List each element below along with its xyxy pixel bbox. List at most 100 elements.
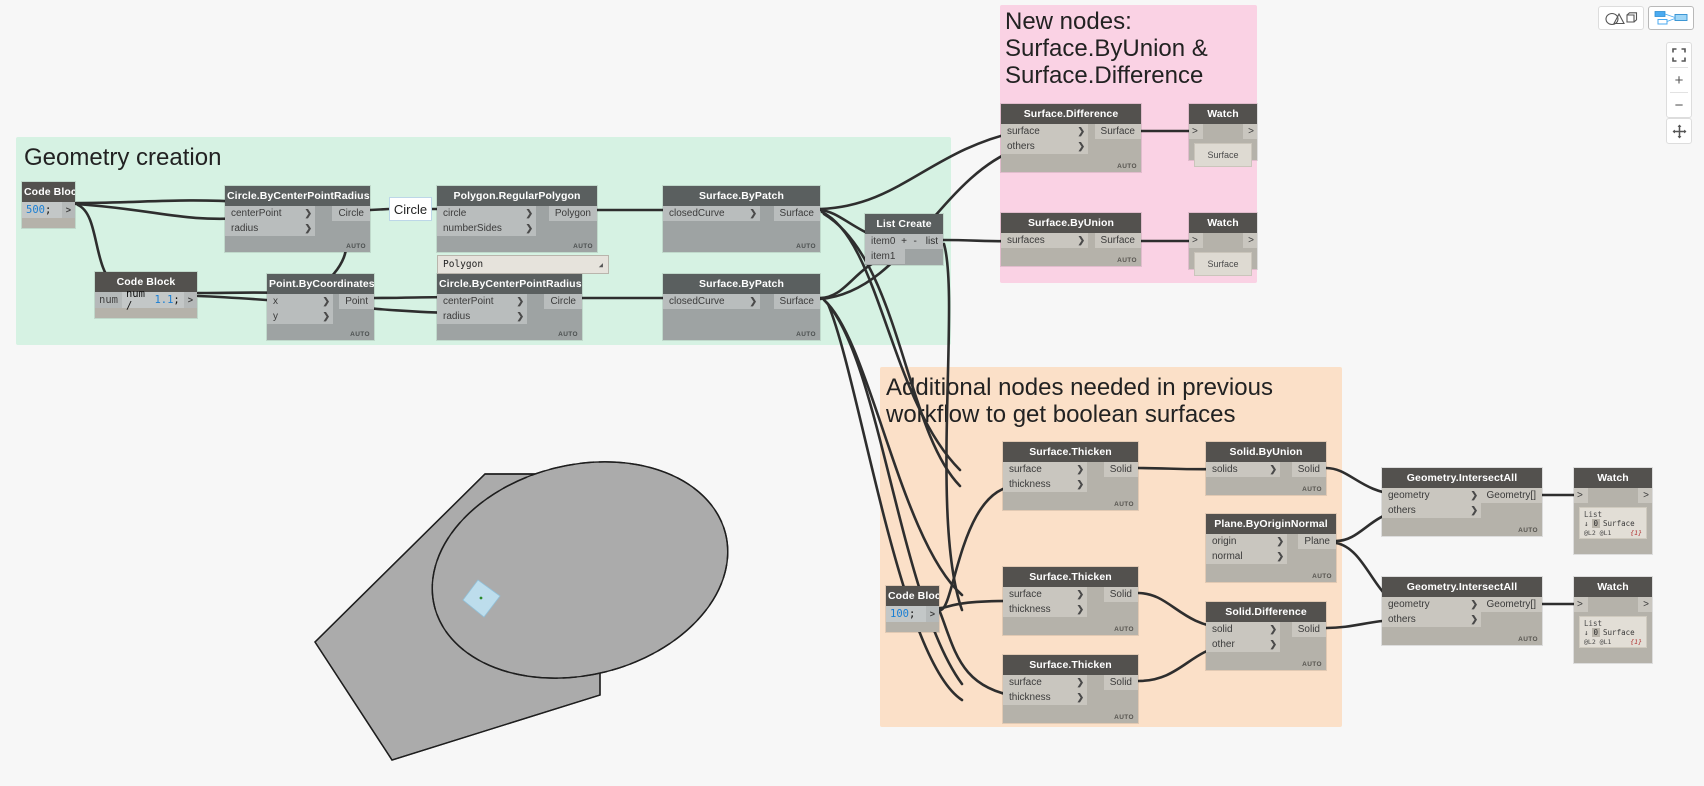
input-port-surface[interactable]: surface ❯ xyxy=(1001,124,1088,139)
node-circle1[interactable]: Circle.ByCenterPointRadius centerPoint ❯ ra… xyxy=(225,186,370,252)
code-row[interactable]: 500; > xyxy=(22,202,75,218)
input-port-other[interactable]: other ❯ xyxy=(1206,637,1280,652)
code-row[interactable]: 100; > xyxy=(886,606,939,622)
input-port-geometry[interactable]: geometry ❯ xyxy=(1382,597,1481,612)
port-row[interactable]: item1 xyxy=(865,249,943,264)
output-port[interactable]: Circle xyxy=(544,294,582,309)
input-port-geometry[interactable]: geometry ❯ xyxy=(1382,488,1481,503)
node-circle2[interactable]: Circle.ByCenterPointRadius centerPoint ❯ ra… xyxy=(437,274,582,340)
input-port-closedCurve[interactable]: closedCurve ❯ xyxy=(663,206,760,221)
output-port[interactable]: Plane xyxy=(1298,534,1336,549)
node-intersect1[interactable]: Geometry.IntersectAll geometry ❯ others ❯ Geo… xyxy=(1382,468,1542,536)
input-port-radius[interactable]: radius ❯ xyxy=(225,221,315,236)
input-port-normal[interactable]: normal ❯ xyxy=(1206,549,1287,564)
node-watch1[interactable]: Watch > > Surface xyxy=(1189,104,1257,167)
output-port[interactable]: Surface xyxy=(1094,124,1141,139)
input-port-others[interactable]: others ❯ xyxy=(1001,139,1088,154)
code-text[interactable]: 100; xyxy=(886,606,926,622)
input-port-circle[interactable]: circle ❯ xyxy=(437,206,536,221)
input-port-centerPoint[interactable]: centerPoint ❯ xyxy=(437,294,527,309)
code-output-port[interactable]: > xyxy=(61,202,75,218)
output-port[interactable]: Solid xyxy=(1291,622,1326,637)
code-text[interactable]: 500; xyxy=(22,202,62,218)
node-surfunion[interactable]: Surface.ByUnion surfaces ❯ Surface AUTO xyxy=(1001,213,1141,266)
graph-view-button[interactable] xyxy=(1648,6,1694,30)
code-output-port[interactable]: > xyxy=(925,606,939,622)
input-port-item0[interactable]: item0 xyxy=(865,234,899,249)
output-port[interactable]: Geometry[] xyxy=(1480,488,1542,503)
node-watch2[interactable]: Watch > > Surface xyxy=(1189,213,1257,276)
output-port[interactable]: Surface xyxy=(1094,233,1141,248)
output-port[interactable]: Solid xyxy=(1103,675,1138,690)
node-cb-500[interactable]: Code Block500;> xyxy=(22,182,75,228)
input-port-thickness[interactable]: thickness ❯ xyxy=(1003,477,1087,492)
node-watch3[interactable]: Watch > > List ↓ 0 Surface @L2 @L1 {1} xyxy=(1574,468,1652,554)
input-port-item1[interactable]: item1 xyxy=(865,249,905,264)
node-thicken3[interactable]: Surface.Thicken surface ❯ thickness ❯ Solid AU… xyxy=(1003,655,1138,723)
fit-to-screen-button[interactable] xyxy=(1667,43,1691,67)
circle-watch-label[interactable]: Circle xyxy=(389,197,432,221)
output-port[interactable]: Surface xyxy=(773,294,820,309)
input-port-numberSides[interactable]: numberSides ❯ xyxy=(437,221,536,236)
input-port-x[interactable]: x ❯ xyxy=(267,294,333,309)
node-solidunion[interactable]: Solid.ByUnion solids ❯ Solid AUTO xyxy=(1206,442,1326,495)
output-port[interactable]: > xyxy=(1638,597,1652,612)
input-port-radius[interactable]: radius ❯ xyxy=(437,309,527,324)
input-port-surfaces[interactable]: surfaces ❯ xyxy=(1001,233,1088,248)
input-port-centerPoint[interactable]: centerPoint ❯ xyxy=(225,206,315,221)
output-port[interactable]: Polygon xyxy=(548,206,597,221)
output-port[interactable]: > xyxy=(1243,233,1257,248)
resize-handle-icon[interactable]: ◢ xyxy=(599,261,603,269)
node-intersect2[interactable]: Geometry.IntersectAll geometry ❯ others ❯ Geo… xyxy=(1382,577,1542,645)
add-input-button[interactable]: + xyxy=(898,234,910,249)
node-pointbc[interactable]: Point.ByCoordinates x ❯ y ❯ Point AUTO xyxy=(267,274,374,340)
input-port-closedCurve[interactable]: closedCurve ❯ xyxy=(663,294,760,309)
input-port-others[interactable]: others ❯ xyxy=(1382,503,1481,518)
output-port[interactable]: Circle xyxy=(332,206,370,221)
output-port-list[interactable]: list xyxy=(920,234,943,249)
input-port-solid[interactable]: solid ❯ xyxy=(1206,622,1280,637)
port-row[interactable]: item0 + - list xyxy=(865,234,943,249)
input-port-solids[interactable]: solids ❯ xyxy=(1206,462,1280,477)
geometry-view-button[interactable] xyxy=(1598,6,1644,30)
output-port[interactable]: Point xyxy=(339,294,374,309)
dynamo-canvas[interactable]: Geometry creation New nodes: Surface.ByUn… xyxy=(0,0,1704,786)
node-polyreg[interactable]: Polygon.RegularPolygon circle ❯ numberSides… xyxy=(437,186,597,252)
input-port-surface[interactable]: surface ❯ xyxy=(1003,675,1087,690)
node-planeon[interactable]: Plane.ByOriginNormal origin ❯ normal ❯ Plane A… xyxy=(1206,514,1336,582)
output-port[interactable]: Solid xyxy=(1103,462,1138,477)
input-port-surface[interactable]: surface ❯ xyxy=(1003,587,1087,602)
polygon-dropdown[interactable]: Polygon ◢ xyxy=(437,255,609,274)
node-soliddiff[interactable]: Solid.Difference solid ❯ other ❯ Solid AUTO xyxy=(1206,602,1326,670)
node-cb-100[interactable]: Code Block100;> xyxy=(886,586,939,632)
pan-button[interactable] xyxy=(1667,119,1691,143)
code-text[interactable]: num / 1.1; xyxy=(121,288,184,312)
input-port[interactable]: > xyxy=(1189,233,1203,248)
input-port[interactable]: > xyxy=(1574,488,1588,503)
input-port-origin[interactable]: origin ❯ xyxy=(1206,534,1287,549)
output-port[interactable]: Geometry[] xyxy=(1480,597,1542,612)
output-port[interactable]: Solid xyxy=(1103,587,1138,602)
code-input-port[interactable]: num xyxy=(95,292,122,308)
zoom-out-button[interactable]: − xyxy=(1667,93,1691,117)
remove-input-button[interactable]: - xyxy=(909,234,921,249)
input-port-thickness[interactable]: thickness ❯ xyxy=(1003,690,1087,705)
node-patch2[interactable]: Surface.ByPatch closedCurve ❯ Surface AUTO xyxy=(663,274,820,340)
input-port-y[interactable]: y ❯ xyxy=(267,309,333,324)
input-port-others[interactable]: others ❯ xyxy=(1382,612,1481,627)
node-cb-num[interactable]: Code Block num num / 1.1; > xyxy=(95,272,197,318)
code-output-port[interactable]: > xyxy=(183,292,197,308)
input-port[interactable]: > xyxy=(1574,597,1588,612)
input-port[interactable]: > xyxy=(1189,124,1203,139)
node-thicken2[interactable]: Surface.Thicken surface ❯ thickness ❯ Solid AU… xyxy=(1003,567,1138,635)
node-surfdiff[interactable]: Surface.Difference surface ❯ others ❯ Surface… xyxy=(1001,104,1141,172)
output-port[interactable]: > xyxy=(1243,124,1257,139)
zoom-in-button[interactable]: + xyxy=(1667,68,1691,92)
node-watch4[interactable]: Watch > > List ↓ 0 Surface @L2 @L1 {1} xyxy=(1574,577,1652,663)
output-port[interactable]: Surface xyxy=(773,206,820,221)
output-port[interactable]: > xyxy=(1638,488,1652,503)
node-listcreate[interactable]: List Create item0 + - list item1 xyxy=(865,214,943,265)
node-patch1[interactable]: Surface.ByPatch closedCurve ❯ Surface AUTO xyxy=(663,186,820,252)
code-row[interactable]: num num / 1.1; > xyxy=(95,288,197,312)
node-thicken1[interactable]: Surface.Thicken surface ❯ thickness ❯ Solid AU… xyxy=(1003,442,1138,510)
